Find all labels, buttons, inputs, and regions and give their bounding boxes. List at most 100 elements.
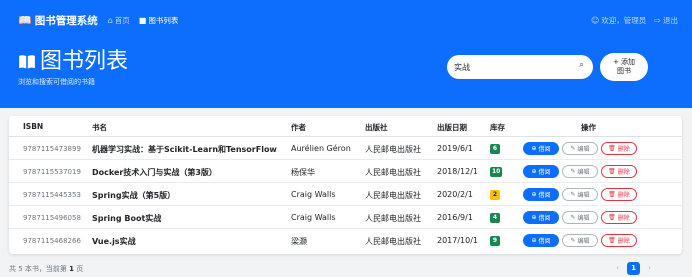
delete-label: 删除 <box>617 215 630 222</box>
edit-button[interactable]: ✎ 编辑 <box>562 234 598 247</box>
col-publisher: 出版社 <box>365 123 388 132</box>
borrow-icon: ⊕ <box>531 145 537 152</box>
table-row: 9787115473899 机器学习实战：基于Scikit-Learn和Tens… <box>9 137 682 160</box>
delete-button[interactable]: 🗑 删除 <box>601 142 637 155</box>
nav-book-list-label: 图书列表 <box>148 15 179 25</box>
nav-home-label: 首页 <box>114 15 130 25</box>
delete-button[interactable]: 🗑 删除 <box>601 165 637 178</box>
user-menu: ☺ 欢迎，管理员 ⇨ 退出 <box>591 0 678 40</box>
delete-button[interactable]: 🗑 删除 <box>601 234 637 247</box>
date-cell: 2016/9/1 <box>437 213 473 222</box>
user-icon: ☺ <box>590 15 600 25</box>
nav-home[interactable]: ⌂ 首页 <box>108 15 130 26</box>
edit-button[interactable]: ✎ 编辑 <box>562 165 598 178</box>
isbn-cell: 9787115537019 <box>23 168 81 176</box>
delete-button[interactable]: 🗑 删除 <box>601 188 637 201</box>
next-page-icon[interactable]: › <box>643 262 656 275</box>
borrow-label: 借阅 <box>538 169 551 176</box>
borrow-button[interactable]: ⊕ 借阅 <box>523 165 559 178</box>
pagination: ‹ 1 › <box>611 262 656 275</box>
title-cell: Docker技术入门与实战（第3版） <box>92 168 217 177</box>
page-title-text: 图书列表 <box>40 49 129 74</box>
search-box: ⌕ <box>447 55 593 79</box>
author-cell: Craig Walls <box>291 213 336 222</box>
book-open-icon: 📖 <box>18 13 32 27</box>
borrow-icon: ⊕ <box>531 214 537 221</box>
date-cell: 2019/6/1 <box>437 144 473 153</box>
home-icon: ⌂ <box>107 15 113 25</box>
borrow-button[interactable]: ⊕ 借阅 <box>523 142 559 155</box>
add-book-button[interactable]: + 添加 图书 <box>600 53 648 81</box>
stock-badge: 2 <box>490 190 500 200</box>
borrow-icon: ⊕ <box>531 191 537 198</box>
author-cell: 梁灏 <box>291 237 307 246</box>
stock-badge: 4 <box>490 213 500 223</box>
isbn-cell: 9787115468266 <box>23 237 81 245</box>
borrow-button[interactable]: ⊕ 借阅 <box>523 211 559 224</box>
trash-icon: 🗑 <box>608 214 616 221</box>
table-row: 9787115496058 Spring Boot实战 Craig Walls … <box>9 206 682 229</box>
trash-icon: 🗑 <box>608 145 616 152</box>
publisher-cell: 人民邮电出版社 <box>365 168 421 177</box>
delete-label: 删除 <box>617 169 630 176</box>
edit-button[interactable]: ✎ 编辑 <box>562 142 598 155</box>
edit-label: 编辑 <box>577 192 590 199</box>
publisher-cell: 人民邮电出版社 <box>365 191 421 200</box>
borrow-button[interactable]: ⊕ 借阅 <box>523 188 559 201</box>
row-actions: ⊕ 借阅 ✎ 编辑 🗑 删除 <box>523 165 640 178</box>
prev-page-icon[interactable]: ‹ <box>611 262 624 275</box>
trash-icon: 🗑 <box>608 237 616 244</box>
summary-page: 1 <box>69 265 75 273</box>
date-cell: 2017/10/1 <box>437 236 479 245</box>
row-actions: ⊕ 借阅 ✎ 编辑 🗑 删除 <box>523 211 640 224</box>
pencil-icon: ✎ <box>570 237 576 244</box>
borrow-label: 借阅 <box>538 192 551 199</box>
date-cell: 2018/12/1 <box>437 167 479 176</box>
search-input[interactable] <box>454 62 564 72</box>
author-cell: Aurélien Géron <box>291 144 351 153</box>
pagination-summary: 共 5 本书，当前第 1 页 <box>9 264 83 274</box>
hero-banner: 图书列表 浏览和搜索可借阅的书籍 ⌕ + 添加 图书 <box>0 40 692 108</box>
page-title: 图书列表 <box>18 48 128 76</box>
trash-icon: 🗑 <box>608 191 616 198</box>
isbn-cell: 9787115473899 <box>23 145 81 153</box>
top-navbar: 📖 图书管理系统 ⌂ 首页 ■ 图书列表 ☺ 欢迎，管理员 ⇨ 退出 <box>0 0 692 40</box>
title-cell: 机器学习实战：基于Scikit-Learn和TensorFlow <box>92 145 277 154</box>
delete-button[interactable]: 🗑 删除 <box>601 211 637 224</box>
publisher-cell: 人民邮电出版社 <box>365 145 421 154</box>
borrow-icon: ⊕ <box>531 168 537 175</box>
table-row: 9787115537019 Docker技术入门与实战（第3版） 杨保华 人民邮… <box>9 160 682 183</box>
delete-label: 删除 <box>617 238 630 245</box>
edit-button[interactable]: ✎ 编辑 <box>562 211 598 224</box>
borrow-button[interactable]: ⊕ 借阅 <box>523 234 559 247</box>
welcome-text[interactable]: 欢迎，管理员 <box>601 15 646 26</box>
delete-label: 删除 <box>617 146 630 153</box>
borrow-label: 借阅 <box>538 238 551 245</box>
pencil-icon: ✎ <box>570 191 576 198</box>
publisher-cell: 人民邮电出版社 <box>365 237 421 246</box>
logout-link[interactable]: 退出 <box>663 15 678 26</box>
stock-badge: 9 <box>490 236 500 246</box>
col-date: 出版日期 <box>437 123 467 132</box>
date-cell: 2020/2/1 <box>437 190 473 199</box>
nav-book-list[interactable]: ■ 图书列表 <box>139 15 179 26</box>
add-book-label-line2: 图书 <box>617 67 631 75</box>
row-actions: ⊕ 借阅 ✎ 编辑 🗑 删除 <box>523 142 640 155</box>
pencil-icon: ✎ <box>570 168 576 175</box>
pencil-icon: ✎ <box>570 145 576 152</box>
edit-label: 编辑 <box>577 215 590 222</box>
edit-label: 编辑 <box>577 146 590 153</box>
author-cell: 杨保华 <box>291 168 315 177</box>
edit-label: 编辑 <box>577 238 590 245</box>
trash-icon: 🗑 <box>608 168 616 175</box>
summary-prefix: 共 5 本书，当前第 <box>9 265 67 273</box>
title-cell: Spring Boot实战 <box>92 214 162 223</box>
page-button-current[interactable]: 1 <box>627 262 640 275</box>
title-cell: Vue.js实战 <box>92 237 136 246</box>
search-icon[interactable]: ⌕ <box>579 60 584 70</box>
edit-button[interactable]: ✎ 编辑 <box>562 188 598 201</box>
isbn-cell: 9787115445353 <box>23 191 81 199</box>
col-author: 作者 <box>291 123 306 132</box>
brand[interactable]: 📖 图书管理系统 <box>18 13 98 28</box>
col-title: 书名 <box>92 123 107 132</box>
